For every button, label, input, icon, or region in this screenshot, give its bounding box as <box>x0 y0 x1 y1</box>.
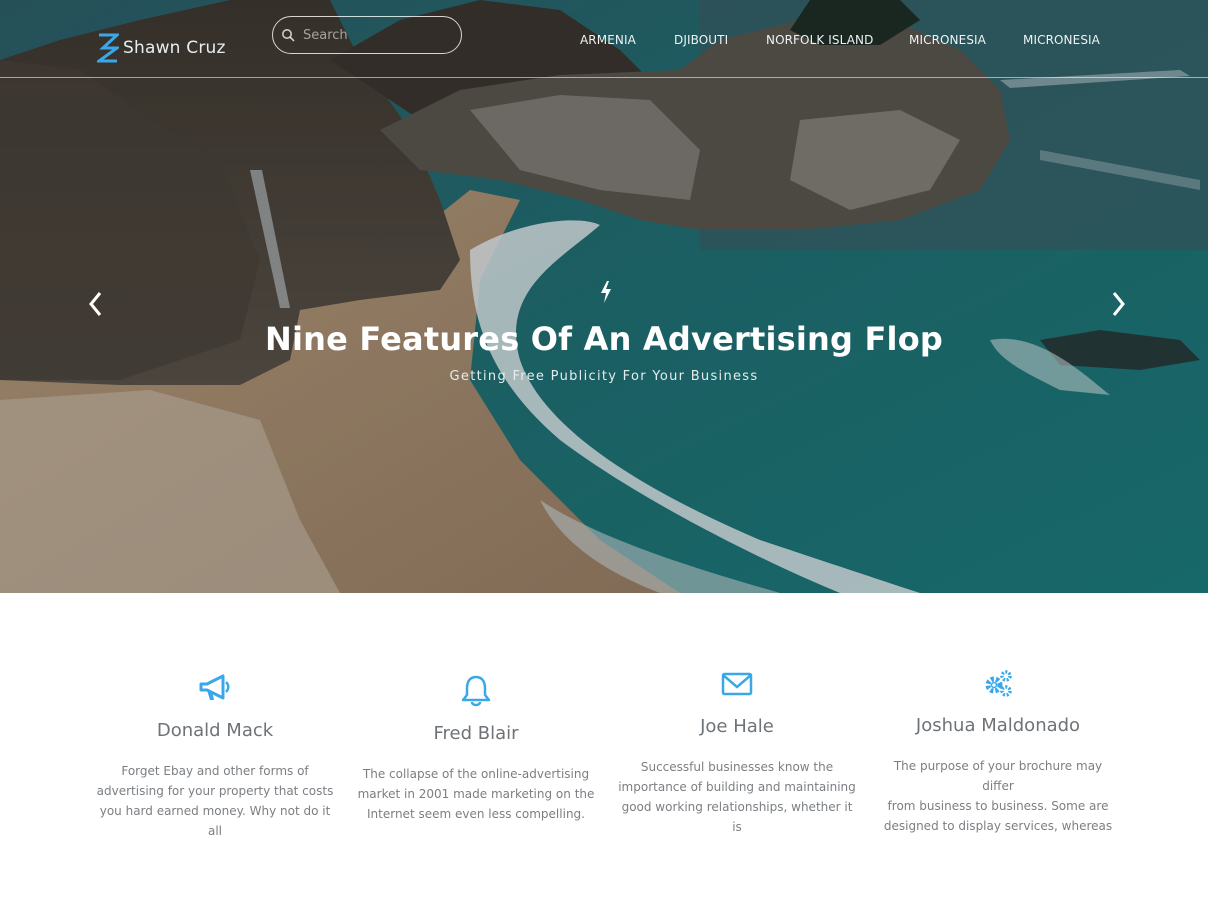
feature-card-3: Joe Hale Successful businesses know the … <box>617 666 857 837</box>
nav-item-armenia[interactable]: ARMENIA <box>580 33 636 47</box>
slider-next-arrow-icon[interactable] <box>1108 290 1128 318</box>
gears-icon <box>985 670 1012 697</box>
feature-description: Forget Ebay and other forms of advertisi… <box>96 764 334 838</box>
search-input[interactable] <box>301 26 445 44</box>
lightning-bolt-icon <box>601 281 611 303</box>
feature-title: Donald Mack <box>156 720 274 741</box>
nav-item-micronesia[interactable]: MICRONESIA <box>909 33 986 47</box>
nav-item-djibouti[interactable]: DJIBOUTI <box>674 33 728 47</box>
hero-slider: Shawn Cruz ARMENIA DJIBOUTI NORFOLK ISLA… <box>0 0 1208 593</box>
feature-title: Fred Blair <box>433 723 519 744</box>
envelope-icon <box>721 672 753 696</box>
feature-description: Successful businesses know the importanc… <box>618 760 856 834</box>
feature-description: The purpose of your brochure may differ … <box>883 759 1113 833</box>
brand-logo[interactable]: Shawn Cruz <box>97 33 226 63</box>
feature-card-2: Fred Blair The collapse of the online-ad… <box>356 673 596 824</box>
hero-title: Nine Features Of An Advertising Flop <box>265 320 943 358</box>
feature-title: Joe Hale <box>700 716 774 737</box>
nav-item-micronesia-2[interactable]: MICRONESIA <box>1023 33 1100 47</box>
feature-card-4: Joshua Maldonado The purpose of your bro… <box>878 665 1118 836</box>
bell-icon <box>461 675 491 707</box>
brand-logo-icon <box>97 33 119 63</box>
search-box[interactable] <box>272 16 462 54</box>
nav-item-norfolk-island[interactable]: NORFOLK ISLAND <box>766 33 873 47</box>
brand-name: Shawn Cruz <box>123 38 226 58</box>
top-navbar: Shawn Cruz ARMENIA DJIBOUTI NORFOLK ISLA… <box>0 0 1208 78</box>
search-icon <box>282 29 295 42</box>
feature-title: Joshua Maldonado <box>915 715 1081 736</box>
feature-description: The collapse of the online-advertising m… <box>357 767 595 821</box>
slider-prev-arrow-icon[interactable] <box>86 290 106 318</box>
megaphone-icon <box>199 674 230 700</box>
hero-subtitle: Getting Free Publicity For Your Business <box>449 369 759 384</box>
feature-card-1: Donald Mack Forget Ebay and other forms … <box>95 670 335 841</box>
